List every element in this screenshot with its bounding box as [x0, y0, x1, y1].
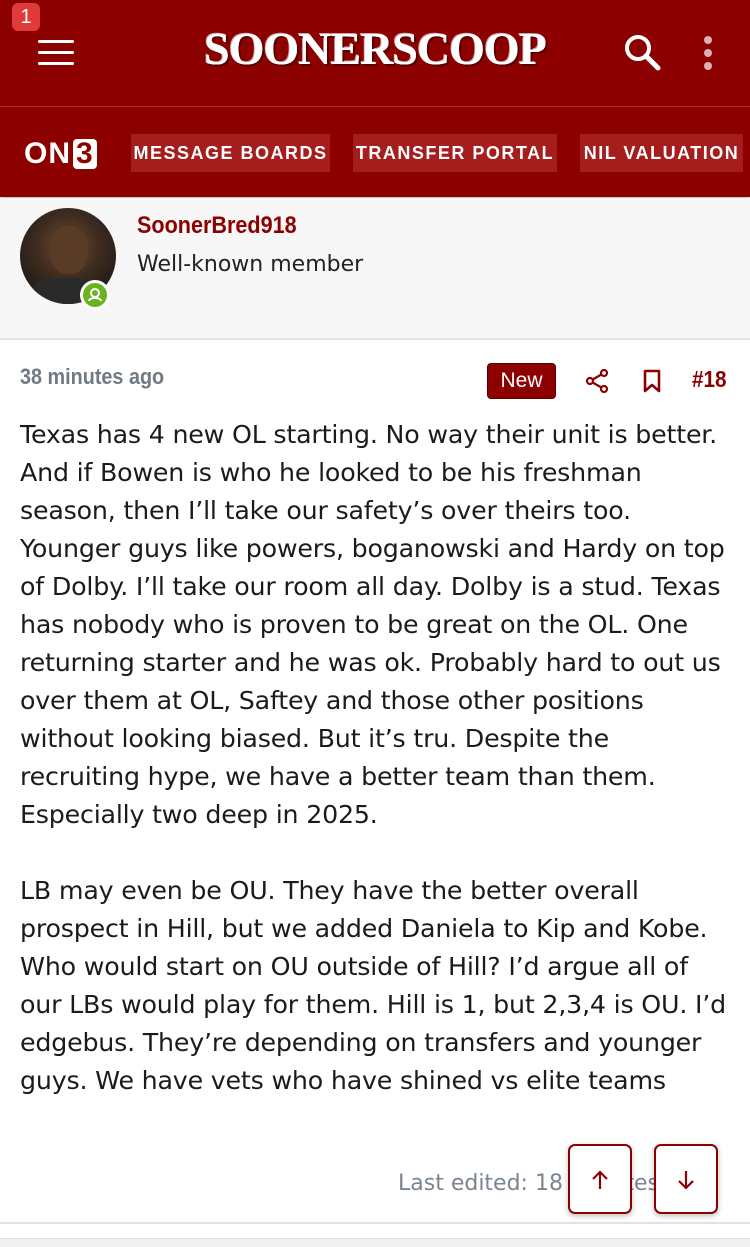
scroll-to-top-button[interactable] — [568, 1144, 632, 1214]
nav-message-boards[interactable]: MESSAGE BOARDS — [131, 134, 330, 172]
nav-transfer-portal[interactable]: TRANSFER PORTAL — [353, 134, 557, 172]
scroll-to-bottom-button[interactable] — [654, 1144, 718, 1214]
bookmark-icon[interactable] — [640, 368, 664, 394]
post-body: Texas has 4 new OL starting. No way thei… — [20, 416, 735, 1100]
search-icon[interactable] — [622, 32, 662, 72]
app-header: 1 SOONERSCOOP — [0, 0, 750, 106]
nav-nil-valuation[interactable]: NIL VALUATION — [580, 134, 743, 172]
more-vertical-icon[interactable] — [697, 34, 719, 74]
author-username[interactable]: SoonerBred918 — [137, 212, 297, 240]
new-badge: New — [487, 363, 556, 399]
post-number-link[interactable]: #18 — [692, 366, 727, 393]
author-title: Well-known member — [137, 252, 364, 277]
divider — [0, 1222, 750, 1224]
post-timestamp[interactable]: 38 minutes ago — [20, 364, 164, 390]
post-paragraph: Texas has 4 new OL starting. No way thei… — [20, 420, 725, 829]
post-author-block: SoonerBred918 Well-known member — [0, 198, 750, 340]
online-status-icon — [80, 280, 110, 310]
share-icon[interactable] — [584, 368, 610, 394]
post-paragraph: LB may even be OU. They have the better … — [20, 876, 726, 1095]
on3-logo[interactable]: ON 3 — [24, 137, 97, 171]
section-nav: ON 3 MESSAGE BOARDS TRANSFER PORTAL NIL V… — [0, 106, 750, 197]
arrow-up-icon — [592, 1170, 608, 1189]
arrow-down-icon — [678, 1171, 694, 1190]
